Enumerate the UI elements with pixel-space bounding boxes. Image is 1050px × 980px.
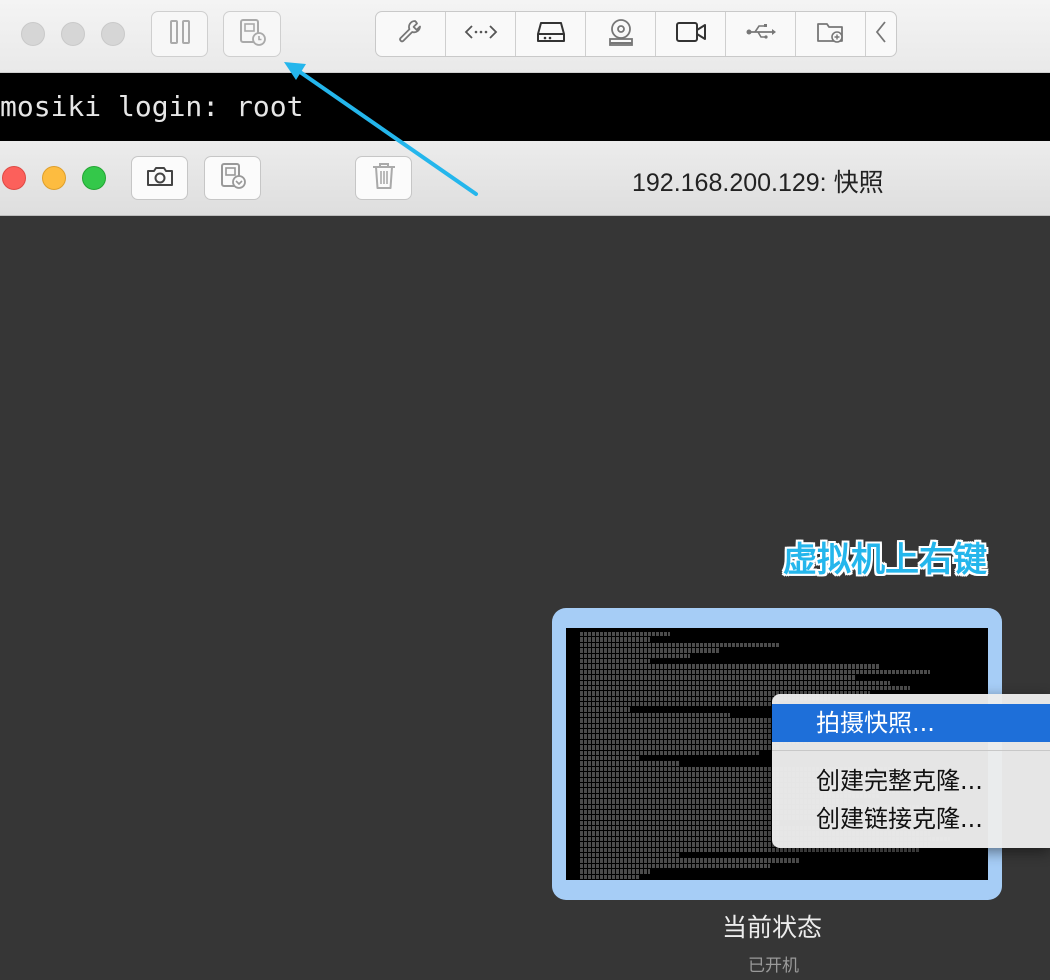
terminal-texture-line xyxy=(580,869,650,874)
hard-disk-icon xyxy=(536,20,566,48)
camera-icon xyxy=(675,20,707,48)
menu-item-take-snapshot[interactable]: 拍摄快照... xyxy=(772,704,1050,742)
revert-snapshot-icon xyxy=(218,161,248,195)
terminal-texture-line xyxy=(580,853,680,858)
pause-button[interactable] xyxy=(151,11,208,57)
collapse-button[interactable] xyxy=(866,12,896,56)
terminal-texture-line xyxy=(580,658,650,664)
terminal-texture-line xyxy=(580,653,690,658)
menu-item-full-clone[interactable]: 创建完整克隆... xyxy=(772,762,1050,800)
usb-button[interactable] xyxy=(726,12,796,56)
terminal-texture-line xyxy=(580,664,880,669)
window-minimize-button[interactable] xyxy=(42,166,66,190)
terminal-texture-line xyxy=(580,675,855,680)
revert-snapshot-button[interactable] xyxy=(204,156,261,200)
context-menu: 拍摄快照... 创建完整克隆... 创建链接克隆... xyxy=(772,694,1050,848)
snapshot-manager-button[interactable] xyxy=(223,11,281,57)
window-title: 192.168.200.129: 快照 xyxy=(632,169,884,197)
terminal-texture-line xyxy=(580,707,630,712)
chevron-left-icon xyxy=(875,20,887,48)
usb-icon xyxy=(745,21,777,47)
terminal-texture-line xyxy=(580,761,680,766)
optical-drive-button[interactable] xyxy=(586,12,656,56)
terminal-texture-line xyxy=(580,858,800,863)
terminal-texture-line xyxy=(580,648,720,653)
terminal-texture-line xyxy=(580,755,640,761)
device-toolbar-group xyxy=(375,11,897,57)
take-snapshot-button[interactable] xyxy=(131,156,188,200)
network-icon xyxy=(464,22,498,46)
shared-folder-button[interactable] xyxy=(796,12,866,56)
terminal-texture-line xyxy=(580,632,670,637)
terminal-texture-line xyxy=(580,750,760,755)
camera-button[interactable] xyxy=(656,12,726,56)
shared-folder-icon xyxy=(815,18,847,50)
menu-item-linked-clone[interactable]: 创建链接克隆... xyxy=(772,800,1050,838)
annotation-label: 虚拟机上右键 xyxy=(783,540,987,580)
pause-icon xyxy=(169,19,191,49)
zoom-button[interactable] xyxy=(101,22,125,46)
window-close-button[interactable] xyxy=(2,166,26,190)
terminal-texture-line xyxy=(580,702,780,707)
wrench-icon xyxy=(396,17,426,51)
terminal-texture-line xyxy=(580,820,780,826)
terminal-texture-line xyxy=(580,847,920,853)
terminal-texture-line xyxy=(580,637,650,642)
settings-button[interactable] xyxy=(376,12,446,56)
terminal-texture-line xyxy=(580,680,890,685)
network-button[interactable] xyxy=(446,12,516,56)
terminal-texture-line xyxy=(580,642,780,648)
terminal-texture-line xyxy=(580,685,910,691)
minimize-button[interactable] xyxy=(61,22,85,46)
delete-snapshot-button[interactable] xyxy=(355,156,412,200)
optical-drive-icon xyxy=(606,17,636,51)
terminal-texture-line xyxy=(580,669,930,675)
vm-console[interactable]: mosiki login: root xyxy=(0,73,1050,141)
camera-icon xyxy=(145,164,175,192)
snapshot-manager-icon xyxy=(237,17,267,51)
window-zoom-button[interactable] xyxy=(82,166,106,190)
hard-disk-button[interactable] xyxy=(516,12,586,56)
terminal-texture-line xyxy=(580,874,640,879)
menu-separator xyxy=(772,750,1050,751)
terminal-texture-line xyxy=(580,712,730,718)
terminal-texture-line xyxy=(580,745,780,750)
current-state-title: 当前状态 xyxy=(722,913,823,942)
terminal-texture-line xyxy=(580,723,800,729)
close-button[interactable] xyxy=(21,22,45,46)
vm-toolbar xyxy=(0,0,1050,73)
current-state-subtitle: 已开机 xyxy=(748,956,799,976)
trash-icon xyxy=(371,161,397,195)
terminal-texture-line xyxy=(580,863,770,869)
